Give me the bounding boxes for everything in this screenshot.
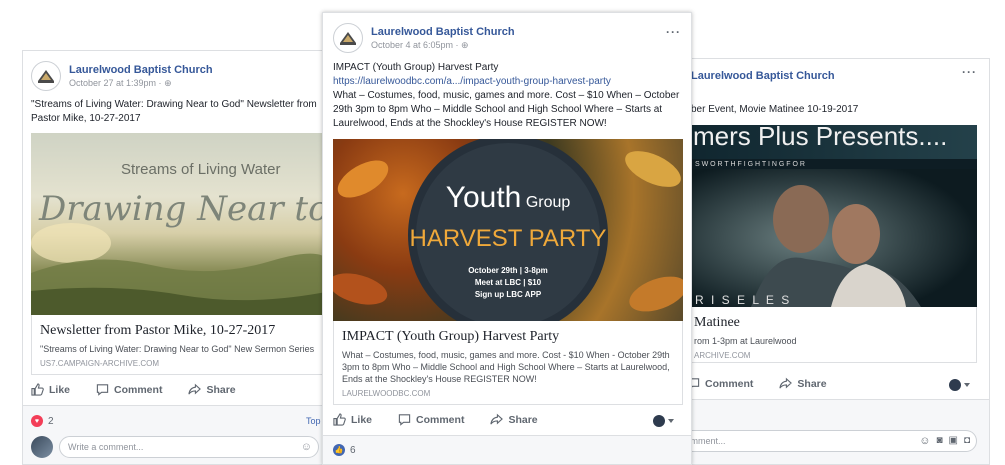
user-avatar <box>31 436 53 458</box>
page-avatar-small <box>653 415 665 427</box>
link-title: Matinee <box>694 315 740 330</box>
link-preview[interactable]: IMPACT (Youth Group) Harvest Party What … <box>333 321 683 405</box>
image-banner-text: mers Plus Presents.... <box>693 125 948 151</box>
share-icon <box>779 377 793 389</box>
link-description: "Streams of Living Water: Drawing Near t… <box>40 344 315 354</box>
more-options-icon[interactable]: ··· <box>962 65 977 79</box>
page-name[interactable]: Laurelwood Baptist Church <box>69 64 213 76</box>
movie-poster-graphic <box>691 169 977 307</box>
page-avatar[interactable] <box>31 61 61 91</box>
page-name[interactable]: Laurelwood Baptist Church <box>691 70 835 82</box>
link-title: Newsletter from Pastor Mike, 10-27-2017 <box>40 323 276 338</box>
post-text: ber Event, Movie Matinee 10-19-2017 <box>691 104 859 115</box>
post-header: Laurelwood Baptist Church October 27 at … <box>31 61 213 91</box>
post-text-title: IMPACT (Youth Group) Harvest Party <box>333 62 499 73</box>
more-options-icon[interactable]: ··· <box>666 25 681 39</box>
comment-button[interactable]: Comment <box>687 377 753 390</box>
share-icon <box>490 413 504 425</box>
post-image-harvest[interactable]: Youth Group HARVEST PARTY October 29th |… <box>333 139 683 321</box>
landscape-graphic <box>31 223 331 315</box>
link-domain: ARCHIVE.COM <box>694 351 751 360</box>
emoji-icon[interactable]: ☺ <box>301 441 312 453</box>
top-comments-toggle[interactable]: Top <box>306 416 321 426</box>
page-avatar[interactable] <box>333 23 363 53</box>
post-card-left: Laurelwood Baptist Church October 27 at … <box>22 50 338 465</box>
post-actions: Like Comment Share <box>333 413 564 426</box>
image-subtitle: HARVEST PARTY <box>409 225 607 252</box>
post-image-streams[interactable]: Streams of Living Water Drawing Near to … <box>31 133 331 315</box>
link-description: rom 1-3pm at Laurelwood <box>694 336 797 346</box>
post-text: IMPACT (Youth Group) Harvest Party https… <box>333 61 685 131</box>
share-icon <box>188 383 202 395</box>
gif-icon[interactable]: ▣ <box>949 435 958 447</box>
link-domain: LAURELWOODBC.COM <box>342 389 431 398</box>
camera-icon[interactable]: ◙ <box>936 435 942 447</box>
image-details: October 29th | 3-8pm Meet at LBC | $10 S… <box>468 266 548 299</box>
post-footer: ♥ 2 Top Write a comment... ☺ <box>23 405 337 464</box>
comment-composer: comment... ☺ ◙ ▣ ◘ <box>673 430 977 452</box>
link-title: IMPACT (Youth Group) Harvest Party <box>342 329 560 344</box>
post-actions: Like Comment Share <box>31 383 262 396</box>
sticker-icon[interactable]: ◘ <box>964 435 970 447</box>
image-title: Youth Group <box>445 181 571 214</box>
post-timestamp[interactable]: October 4 at 6:05pm · ⊕ <box>371 40 515 51</box>
caret-down-icon <box>964 383 970 387</box>
comment-icon <box>96 384 109 396</box>
reaction-count: 2 <box>48 415 54 427</box>
globe-icon: ⊕ <box>164 77 172 88</box>
post-footer: comment... ☺ ◙ ▣ ◘ <box>673 399 989 464</box>
page-avatar-small <box>949 379 961 391</box>
reaction-summary[interactable]: 👍 6 <box>333 444 356 456</box>
post-card-right: ··· Laurelwood Baptist Church ber Event,… <box>672 58 990 465</box>
like-reaction-icon: 👍 <box>333 444 345 456</box>
post-text: "Streams of Living Water: Drawing Near t… <box>31 99 317 124</box>
like-button[interactable]: Like <box>31 383 70 396</box>
comment-input[interactable]: Write a comment... ☺ <box>59 436 319 458</box>
share-button[interactable]: Share <box>490 413 538 426</box>
globe-icon: ⊕ <box>461 39 469 50</box>
comment-button[interactable]: Comment <box>398 413 464 426</box>
link-domain: US7.CAMPAIGN-ARCHIVE.COM <box>40 359 159 368</box>
image-tagline: S W O R T H F I G H T I N G F O R <box>695 161 805 168</box>
link-description: What – Costumes, food, music, games and … <box>342 350 670 384</box>
comment-icon <box>398 414 411 426</box>
post-header: Laurelwood Baptist Church October 4 at 6… <box>333 23 515 53</box>
love-reaction-icon: ♥ <box>31 415 43 427</box>
post-footer: 👍 6 <box>323 435 691 464</box>
post-text-body: What – Costumes, food, music, games and … <box>333 90 680 129</box>
thumbs-up-icon <box>31 383 44 396</box>
post-as-page-selector[interactable] <box>653 415 674 427</box>
post-as-page-selector[interactable] <box>949 379 970 391</box>
comment-composer: Write a comment... ☺ <box>31 436 319 458</box>
comment-button[interactable]: Comment <box>96 383 162 396</box>
share-button[interactable]: Share <box>779 377 827 390</box>
page-name[interactable]: Laurelwood Baptist Church <box>371 26 515 38</box>
reaction-count: 6 <box>350 444 356 456</box>
thumbs-up-icon <box>333 413 346 426</box>
like-button[interactable]: Like <box>333 413 372 426</box>
share-button[interactable]: Share <box>188 383 236 396</box>
comment-input[interactable]: comment... ☺ ◙ ▣ ◘ <box>673 430 977 452</box>
reaction-summary[interactable]: ♥ 2 <box>31 415 54 427</box>
post-actions: Comment Share <box>687 377 853 390</box>
post-image-movie[interactable]: mers Plus Presents.... S W O R T H F I G… <box>691 125 977 307</box>
link-preview[interactable]: Matinee rom 1-3pm at Laurelwood ARCHIVE.… <box>691 307 977 363</box>
post-text-url[interactable]: https://laurelwoodbc.com/a.../impact-you… <box>333 75 685 89</box>
emoji-icon[interactable]: ☺ <box>919 435 930 447</box>
link-preview[interactable]: Newsletter from Pastor Mike, 10-27-2017 … <box>31 315 331 375</box>
post-card-middle: Laurelwood Baptist Church October 4 at 6… <box>322 12 692 465</box>
post-timestamp[interactable]: October 27 at 1:39pm · ⊕ <box>69 78 213 89</box>
caret-down-icon <box>668 419 674 423</box>
image-bottom-text: R I S E L E S <box>695 293 792 307</box>
